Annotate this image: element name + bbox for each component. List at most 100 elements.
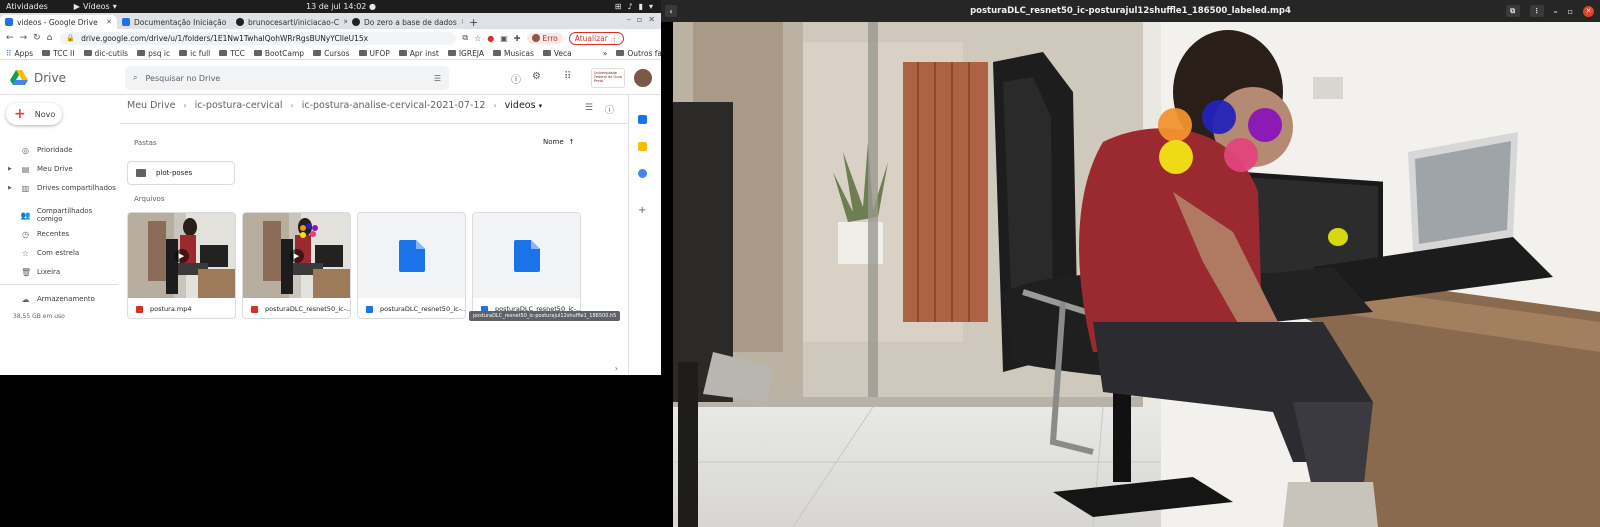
home-icon[interactable]: ⌂ bbox=[47, 33, 53, 43]
bookmark-folder[interactable]: ic full bbox=[179, 49, 210, 58]
org-logo[interactable]: Universidade Federal de Ouro Preto bbox=[591, 68, 625, 88]
reload-icon[interactable]: ↻ bbox=[33, 33, 41, 43]
tab-github-base[interactable]: Do zero a base de dados ✕ bbox=[347, 15, 463, 29]
bookmark-folder[interactable]: dic-cutils bbox=[83, 49, 128, 58]
breadcrumb-item[interactable]: ic-postura-analise-cervical-2021-07-12 bbox=[302, 100, 486, 111]
new-tab-button[interactable]: + bbox=[463, 16, 484, 29]
clock[interactable]: 13 de jul 14:02 ● bbox=[306, 2, 376, 11]
picture-in-picture-icon[interactable]: ⧉ bbox=[1505, 5, 1520, 17]
back-icon[interactable]: ‹ bbox=[665, 5, 677, 17]
settings-icon[interactable]: ⚙ bbox=[532, 71, 541, 86]
bookmark-apps[interactable]: ⠿ Apps bbox=[6, 49, 33, 58]
expand-caret-icon[interactable]: ▶ bbox=[8, 185, 14, 191]
avatar[interactable] bbox=[634, 69, 652, 87]
file-name-row: posturaDLC_resnet50_ic-... bbox=[243, 298, 350, 318]
bookmark-folder[interactable]: BootCamp bbox=[253, 48, 305, 58]
expand-caret-icon[interactable]: ▶ bbox=[8, 166, 14, 172]
bookmark-folder[interactable]: IGREJA bbox=[447, 49, 484, 58]
cloud-icon: ☁ bbox=[21, 294, 30, 304]
file-card[interactable]: ▶ postura.mp4 bbox=[127, 212, 236, 319]
folder-icon bbox=[616, 50, 625, 56]
sidebar-item-lixeira[interactable]: 🗑 Lixeira bbox=[0, 264, 118, 280]
tab-title: videos - Google Drive bbox=[17, 17, 98, 27]
omnibox[interactable]: 🔒 drive.google.com/drive/u/1/folders/1E1… bbox=[60, 31, 457, 45]
search-options-icon[interactable]: ☰ bbox=[434, 74, 441, 83]
help-icon[interactable]: ⓘ bbox=[511, 71, 521, 86]
sidebar-item-com-estrela[interactable]: ☆ Com estrela bbox=[0, 245, 118, 261]
folder-icon bbox=[493, 50, 502, 56]
bookmark-folder[interactable]: Musicas bbox=[493, 49, 534, 58]
sidebar-item-compartilhados-comigo[interactable]: 👥 Compartilhados comigo bbox=[0, 207, 118, 223]
chevron-right-icon[interactable]: » bbox=[603, 49, 608, 58]
menu-icon[interactable]: ⋮ bbox=[1529, 5, 1544, 17]
system-menu[interactable]: ⊞ ♪ ▮ ▾ bbox=[615, 2, 653, 11]
sidebar-item-armazenamento[interactable]: ☁ Armazenamento bbox=[0, 291, 118, 307]
bookmark-folder[interactable]: Veca bbox=[542, 49, 572, 58]
bookmark-star-icon[interactable]: ☆ bbox=[474, 34, 481, 43]
info-icon[interactable]: ⓘ bbox=[605, 103, 614, 116]
sidebar-item-recentes[interactable]: ◷ Recentes bbox=[0, 226, 118, 242]
sort-button[interactable]: Nome ↑ bbox=[543, 138, 575, 146]
tab-documentacao[interactable]: Documentação Iniciação ✕ bbox=[117, 15, 231, 29]
breadcrumb-current[interactable]: videos ▾ bbox=[505, 100, 542, 111]
header-icons: ⓘ ⚙ ⠿ bbox=[511, 71, 571, 86]
drive-favicon-icon bbox=[5, 18, 13, 26]
bookmark-folder[interactable]: UFOP bbox=[358, 48, 390, 58]
puzzle-icon[interactable]: ✚ bbox=[514, 34, 521, 43]
tab-title: brunocesarti/iniciacao-C bbox=[248, 17, 339, 27]
close-icon[interactable]: ✕ bbox=[1583, 5, 1594, 17]
tasks-icon[interactable] bbox=[638, 169, 647, 178]
back-icon[interactable]: ← bbox=[6, 33, 14, 43]
minimize-icon[interactable]: – bbox=[1554, 7, 1558, 16]
video-frame[interactable] bbox=[673, 22, 1600, 527]
close-icon[interactable]: ✕ bbox=[106, 18, 112, 26]
breadcrumb-item[interactable]: ic-postura-cervical bbox=[195, 100, 283, 111]
profile-error-chip[interactable]: Erro bbox=[526, 32, 563, 44]
file-card[interactable]: posturaDLC_resnet50_ic-... bbox=[472, 212, 581, 319]
file-card[interactable]: posturaDLC_resnet50_ic-... bbox=[357, 212, 466, 319]
list-view-icon[interactable]: ☰ bbox=[585, 103, 593, 116]
update-button[interactable]: Atualizar ⋮ bbox=[568, 31, 625, 45]
tab-drive-videos[interactable]: videos - Google Drive ✕ bbox=[0, 15, 117, 29]
app-menu-button[interactable]: ▶ Vídeos ▾ bbox=[74, 2, 117, 11]
opera-extension-icon[interactable]: ● bbox=[487, 34, 494, 43]
bookmark-folder[interactable]: Cursos bbox=[313, 49, 350, 58]
file-card[interactable]: ▶ posturaDLC_resnet50_ic-... bbox=[242, 212, 351, 319]
folder-icon bbox=[137, 50, 146, 56]
chevron-right-icon: › bbox=[290, 101, 294, 110]
sidebar-item-meu-drive[interactable]: ▶ ▤ Meu Drive bbox=[0, 161, 118, 177]
apps-grid-icon[interactable]: ⠿ bbox=[564, 71, 571, 86]
bookmark-label: BootCamp bbox=[264, 48, 305, 58]
play-icon: ▶ bbox=[289, 248, 304, 263]
forward-icon[interactable]: → bbox=[20, 33, 28, 43]
install-icon[interactable]: ⧉ bbox=[462, 33, 468, 43]
sidebar-item-label: Com estrela bbox=[37, 249, 80, 257]
drive-logo[interactable]: Drive bbox=[10, 69, 66, 86]
minimize-icon[interactable]: – bbox=[627, 15, 631, 24]
maximize-icon[interactable]: ▫ bbox=[1568, 7, 1573, 16]
chevron-right-icon[interactable]: › bbox=[615, 364, 618, 373]
extension-icon[interactable]: ▣ bbox=[500, 34, 508, 43]
close-icon[interactable]: ✕ bbox=[648, 15, 655, 24]
doc-thumbnail bbox=[473, 213, 580, 298]
folder-card[interactable]: plot-poses bbox=[127, 161, 235, 185]
keep-icon[interactable] bbox=[638, 142, 647, 151]
drive-main: Meu Drive › ic-postura-cervical › ic-pos… bbox=[120, 95, 628, 375]
bookmark-folder[interactable]: Apr inst bbox=[398, 49, 439, 58]
video-frame-image bbox=[673, 22, 1600, 527]
breadcrumb-item[interactable]: Meu Drive bbox=[127, 100, 175, 111]
sidebar-item-prioridade[interactable]: ◎ Prioridade bbox=[0, 142, 118, 158]
maximize-icon[interactable]: ▫ bbox=[637, 15, 642, 24]
add-addon-icon[interactable]: + bbox=[638, 205, 646, 216]
bookmark-folder[interactable]: TCC II bbox=[42, 49, 75, 58]
bookmark-folder[interactable]: TCC bbox=[219, 49, 245, 58]
search-input[interactable]: ⌕ Pesquisar no Drive ☰ bbox=[125, 66, 449, 90]
bookmark-label: UFOP bbox=[369, 48, 390, 58]
tab-github-repo[interactable]: brunocesarti/iniciacao-C ✕ bbox=[231, 15, 347, 29]
sidebar-item-label: Lixeira bbox=[37, 268, 61, 276]
activities-button[interactable]: Atividades bbox=[6, 2, 48, 11]
new-button[interactable]: + Novo bbox=[6, 103, 62, 125]
calendar-icon[interactable] bbox=[638, 115, 647, 124]
bookmark-folder[interactable]: psq ic bbox=[137, 49, 170, 58]
sidebar-item-drives-compartilhados[interactable]: ▶ ▥ Drives compartilhados bbox=[0, 180, 118, 196]
